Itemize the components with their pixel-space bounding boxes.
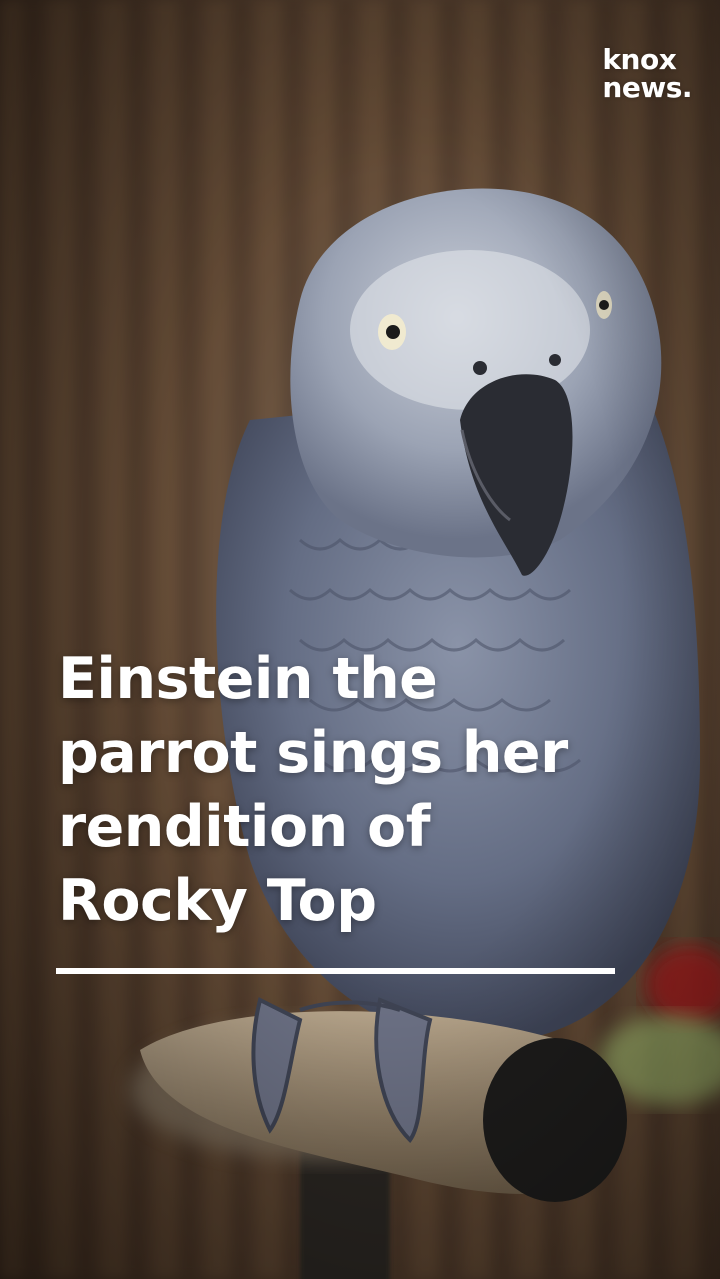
- headline-line-4: Rocky Top: [58, 868, 377, 934]
- knoxnews-logo: knox news.: [602, 46, 692, 102]
- video-frame: knox news. Einstein the parrot sings her…: [0, 0, 720, 1279]
- vignette-overlay: [0, 0, 720, 1279]
- headline-line-2: parrot sings her: [58, 720, 568, 786]
- headline-line-3: rendition of: [58, 794, 431, 860]
- headline: Einstein the parrot sings her rendition …: [58, 642, 658, 938]
- logo-line-2: news.: [602, 71, 692, 104]
- logo-line-1: knox: [602, 43, 677, 76]
- headline-line-1: Einstein the: [58, 646, 438, 712]
- headline-underline: [56, 968, 615, 974]
